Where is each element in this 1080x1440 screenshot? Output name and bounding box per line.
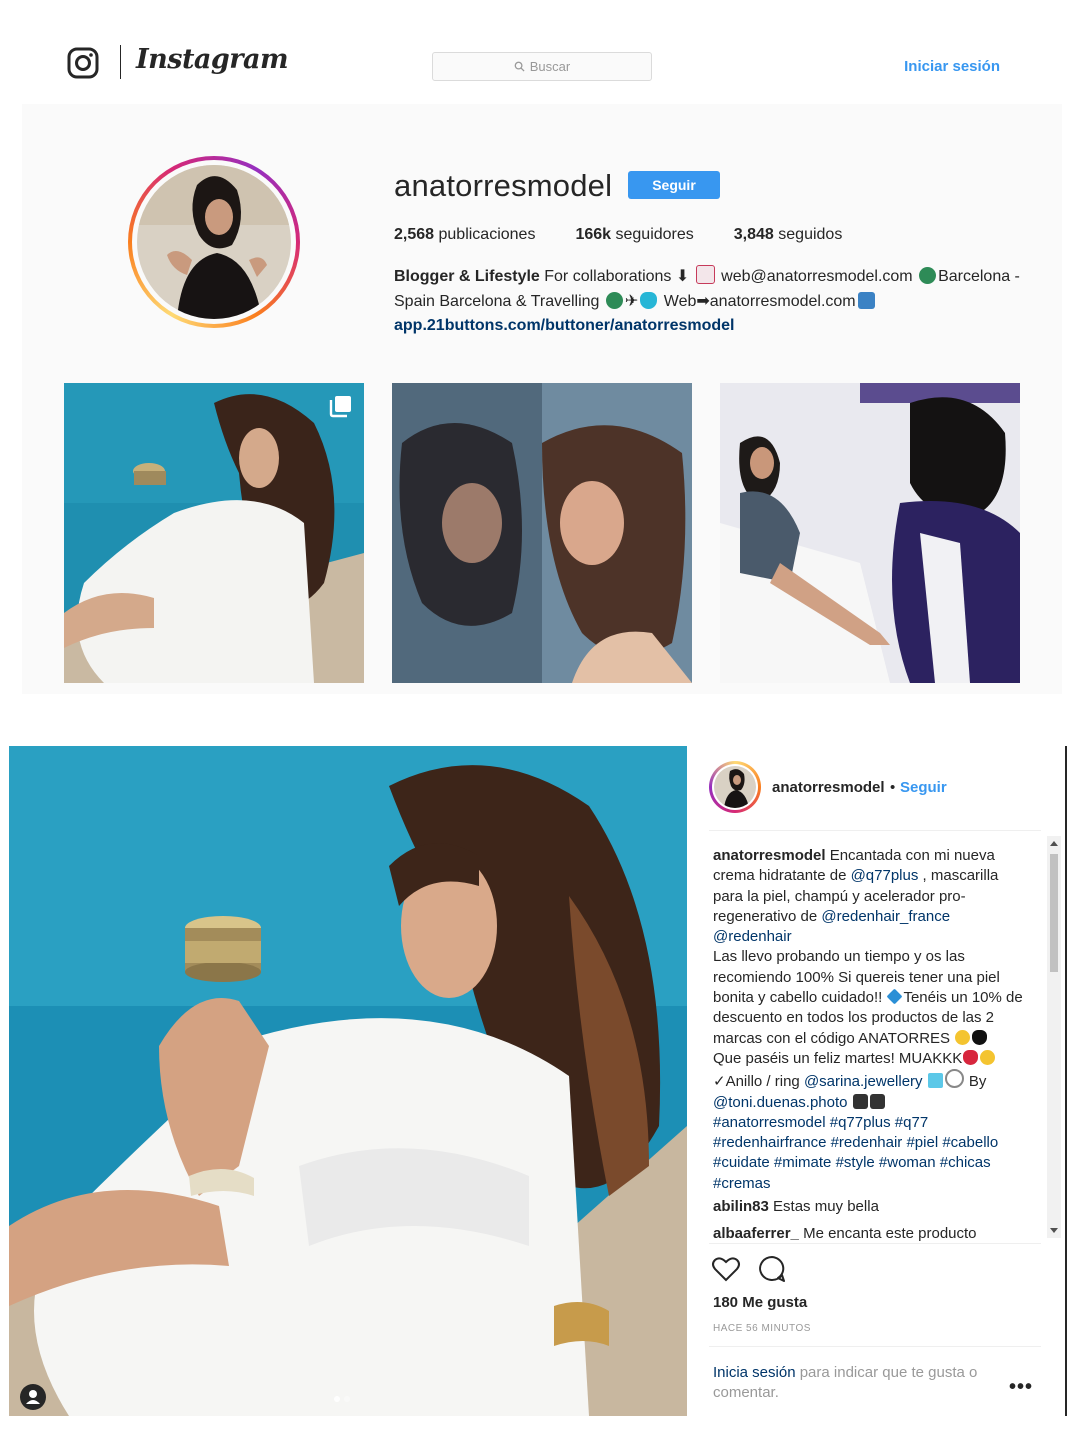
grid-post-1[interactable]	[64, 383, 364, 683]
post-follow-link[interactable]: Seguir	[900, 779, 947, 796]
instagram-wordmark[interactable]: Instagram	[136, 44, 289, 75]
likes-count[interactable]: 180 Me gusta	[713, 1294, 807, 1311]
divider	[709, 1243, 1041, 1244]
search-icon	[514, 61, 525, 72]
post-caption: anatorresmodel Encantada con mi nueva cr…	[713, 847, 1023, 1192]
post-timestamp: HACE 56 MINUTOS	[713, 1323, 811, 1334]
login-prompt-link[interactable]: Inicia sesión	[713, 1364, 796, 1381]
profile-stats: 2,568 publicaciones 166k seguidores 3,84…	[394, 226, 842, 244]
left-arrow-icon	[857, 291, 875, 309]
comments-scrollbar[interactable]	[1047, 836, 1061, 1238]
globe-icon	[919, 267, 937, 284]
smile-emoji-icon	[955, 1029, 971, 1045]
mention-link[interactable]: @sarina.jewellery	[804, 1073, 923, 1090]
caption-username[interactable]: anatorresmodel	[713, 847, 826, 864]
grid-post-3[interactable]	[720, 383, 1020, 683]
scroll-down-arrow[interactable]	[1050, 1228, 1058, 1233]
post-side-panel: anatorresmodel • Seguir anatorresmodel E…	[687, 746, 1067, 1416]
kiss-heart-icon	[963, 1049, 979, 1065]
comment-item: albaaferrer_ Me encanta este producto	[713, 1225, 977, 1242]
ring-icon	[944, 1069, 964, 1089]
profile-section: anatorresmodel Seguir 2,568 publicacione…	[22, 104, 1062, 694]
comment-username[interactable]: albaaferrer_	[713, 1225, 799, 1242]
search-placeholder: Buscar	[529, 59, 571, 74]
profile-username: anatorresmodel	[394, 168, 613, 203]
login-prompt: Inicia sesión para indicar que te gusta …	[713, 1364, 978, 1401]
comment-username[interactable]: abilin83	[713, 1198, 769, 1215]
heart-blue-icon	[640, 291, 658, 309]
profile-bio: Blogger & Lifestyle For collaborations ⬇…	[394, 265, 1024, 339]
carousel-dot	[344, 1396, 350, 1402]
diamond-icon	[886, 988, 903, 1005]
bio-link[interactable]: app.21buttons.com/buttoner/anatorresmode…	[394, 314, 1024, 339]
bio-name: Blogger & Lifestyle	[394, 268, 540, 285]
mention-link[interactable]: @q77plus	[851, 867, 919, 884]
carousel-dot-active	[334, 1396, 340, 1402]
user-tag-icon[interactable]	[20, 1384, 46, 1410]
camera-icon	[852, 1093, 868, 1109]
instagram-camera-icon[interactable]	[67, 47, 99, 79]
separator-dot: •	[890, 779, 896, 796]
carousel-indicator	[334, 1396, 350, 1402]
blush-emoji-icon	[980, 1049, 996, 1065]
mention-link[interactable]: @toni.duenas.photo	[713, 1094, 848, 1111]
multiple-images-icon	[329, 396, 351, 418]
divider	[709, 830, 1041, 831]
black-heart-icon	[972, 1029, 988, 1045]
login-link[interactable]: Iniciar sesión	[904, 58, 1000, 75]
divider	[709, 1346, 1041, 1347]
search-input[interactable]: Buscar	[432, 52, 652, 81]
mention-link[interactable]: @redenhair_france	[821, 908, 950, 925]
post-photo[interactable]	[9, 746, 687, 1416]
profile-avatar[interactable]	[128, 156, 300, 328]
scroll-up-arrow[interactable]	[1050, 841, 1058, 846]
stat-posts: 2,568 publicaciones	[394, 226, 536, 243]
mention-link[interactable]: @redenhair	[713, 928, 792, 945]
post-author-avatar[interactable]	[709, 761, 761, 813]
heart-icon[interactable]	[711, 1254, 741, 1284]
scroll-thumb[interactable]	[1050, 854, 1058, 972]
gem-icon	[927, 1073, 943, 1089]
post-author-username[interactable]: anatorresmodel	[772, 779, 885, 796]
more-options-icon[interactable]: •••	[1009, 1376, 1033, 1399]
stat-followers[interactable]: 166k seguidores	[575, 226, 693, 244]
hashtags[interactable]: #anatorresmodel #q77plus #q77 #redenhair…	[713, 1114, 998, 1192]
logo-divider	[120, 45, 121, 79]
avatar-photo	[137, 165, 291, 319]
comment-item: abilin83 Estas muy bella	[713, 1198, 879, 1215]
comment-icon[interactable]	[757, 1254, 787, 1284]
top-navigation: Instagram Buscar Iniciar sesión	[22, 0, 1062, 105]
camera-icon	[869, 1093, 885, 1109]
follow-button[interactable]: Seguir	[628, 171, 720, 199]
stat-following[interactable]: 3,848 seguidos	[734, 226, 843, 244]
globe-icon	[605, 291, 623, 309]
envelope-icon	[695, 265, 715, 284]
grid-post-2[interactable]	[392, 383, 692, 683]
